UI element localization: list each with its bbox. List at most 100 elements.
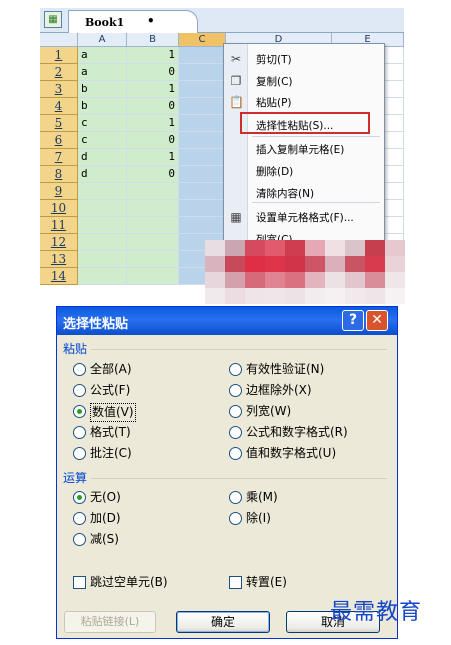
paste-left-option-1[interactable]: 公式(F): [73, 382, 223, 400]
cell-b9[interactable]: [127, 183, 179, 200]
select-all-corner[interactable]: [40, 33, 78, 47]
row-header-12[interactable]: 12: [40, 234, 78, 251]
menu-item-2[interactable]: 📋 粘贴(P): [224, 91, 384, 113]
row-header-10[interactable]: 10: [40, 200, 78, 217]
paste-left-option-0[interactable]: 全部(A): [73, 361, 223, 379]
menu-item-1[interactable]: ❐ 复制(C): [224, 70, 384, 92]
column-header-a[interactable]: A: [78, 33, 127, 47]
paste-left-option-3[interactable]: 格式(T): [73, 424, 223, 442]
close-button[interactable]: ✕: [366, 310, 388, 331]
cell-a4[interactable]: b: [78, 98, 127, 115]
row-header-11[interactable]: 11: [40, 217, 78, 234]
cell-a13[interactable]: [78, 251, 127, 268]
cell-c4[interactable]: [179, 98, 226, 115]
operation-right-option-0[interactable]: 乘(M): [229, 489, 379, 507]
row-header-1[interactable]: 1: [40, 47, 78, 64]
menu-item-4[interactable]: 插入复制单元格(E): [224, 138, 384, 160]
cell-c11[interactable]: [179, 217, 226, 234]
cell-a3[interactable]: b: [78, 81, 127, 98]
cell-a5[interactable]: c: [78, 115, 127, 132]
menu-item-3[interactable]: 选择性粘贴(S)...: [224, 114, 384, 136]
cell-c3[interactable]: [179, 81, 226, 98]
cell-a9[interactable]: [78, 183, 127, 200]
row-header-4[interactable]: 4: [40, 98, 78, 115]
row-header-3[interactable]: 3: [40, 81, 78, 98]
paste-right-radio-0[interactable]: [229, 363, 242, 376]
paste-left-option-2[interactable]: 数值(V): [73, 403, 223, 422]
operation-left-option-2[interactable]: 减(S): [73, 531, 223, 549]
cell-c10[interactable]: [179, 200, 226, 217]
cell-c6[interactable]: [179, 132, 226, 149]
skip-blanks-check-box[interactable]: [73, 576, 86, 589]
paste-link-button[interactable]: 粘贴链接(L): [64, 611, 156, 633]
paste-left-radio-4[interactable]: [73, 447, 86, 460]
cell-a7[interactable]: d: [78, 149, 127, 166]
cell-a11[interactable]: [78, 217, 127, 234]
operation-right-radio-0[interactable]: [229, 491, 242, 504]
row-header-7[interactable]: 7: [40, 149, 78, 166]
paste-left-radio-1[interactable]: [73, 384, 86, 397]
cell-b13[interactable]: [127, 251, 179, 268]
cell-a6[interactable]: c: [78, 132, 127, 149]
cell-b7[interactable]: 1: [127, 149, 179, 166]
cell-c9[interactable]: [179, 183, 226, 200]
menu-item-6[interactable]: 清除内容(N): [224, 182, 384, 204]
operation-left-radio-0[interactable]: [73, 491, 86, 504]
cell-b8[interactable]: 0: [127, 166, 179, 183]
operation-left-option-0[interactable]: 无(O): [73, 489, 223, 507]
cell-b4[interactable]: 0: [127, 98, 179, 115]
cell-c7[interactable]: [179, 149, 226, 166]
operation-left-option-1[interactable]: 加(D): [73, 510, 223, 528]
cell-a14[interactable]: [78, 268, 127, 285]
paste-right-radio-3[interactable]: [229, 426, 242, 439]
cell-a2[interactable]: a: [78, 64, 127, 81]
cell-a1[interactable]: a: [78, 47, 127, 64]
row-header-14[interactable]: 14: [40, 268, 78, 285]
operation-right-option-1[interactable]: 除(I): [229, 510, 379, 528]
paste-left-option-4[interactable]: 批注(C): [73, 445, 223, 463]
cell-c8[interactable]: [179, 166, 226, 183]
paste-right-option-2[interactable]: 列宽(W): [229, 403, 379, 421]
row-header-2[interactable]: 2: [40, 64, 78, 81]
paste-right-option-3[interactable]: 公式和数字格式(R): [229, 424, 379, 442]
cell-b14[interactable]: [127, 268, 179, 285]
cell-b11[interactable]: [127, 217, 179, 234]
menu-item-5[interactable]: 删除(D): [224, 160, 384, 182]
ok-button[interactable]: 确定: [176, 611, 270, 633]
transpose-check-box[interactable]: [229, 576, 242, 589]
cell-b1[interactable]: 1: [127, 47, 179, 64]
paste-left-radio-0[interactable]: [73, 363, 86, 376]
menu-item-7[interactable]: ▦ 设置单元格格式(F)...: [224, 206, 384, 228]
cell-b2[interactable]: 0: [127, 64, 179, 81]
column-header-c[interactable]: C: [179, 33, 226, 47]
operation-left-radio-2[interactable]: [73, 533, 86, 546]
help-button[interactable]: ?: [342, 310, 364, 331]
cell-b12[interactable]: [127, 234, 179, 251]
cell-b6[interactable]: 0: [127, 132, 179, 149]
cell-a12[interactable]: [78, 234, 127, 251]
column-header-b[interactable]: B: [127, 33, 179, 47]
row-header-8[interactable]: 8: [40, 166, 78, 183]
paste-right-radio-1[interactable]: [229, 384, 242, 397]
cell-c1[interactable]: [179, 47, 226, 64]
operation-left-radio-1[interactable]: [73, 512, 86, 525]
paste-left-radio-2[interactable]: [73, 405, 86, 418]
cell-b10[interactable]: [127, 200, 179, 217]
cell-c2[interactable]: [179, 64, 226, 81]
cell-b5[interactable]: 1: [127, 115, 179, 132]
paste-right-option-4[interactable]: 值和数字格式(U): [229, 445, 379, 463]
row-header-6[interactable]: 6: [40, 132, 78, 149]
transpose-checkbox[interactable]: 转置(E): [229, 574, 329, 592]
cell-a8[interactable]: d: [78, 166, 127, 183]
workbook-tab[interactable]: Book1 •: [68, 10, 198, 33]
paste-right-option-0[interactable]: 有效性验证(N): [229, 361, 379, 379]
row-header-5[interactable]: 5: [40, 115, 78, 132]
paste-left-radio-3[interactable]: [73, 426, 86, 439]
cell-b3[interactable]: 1: [127, 81, 179, 98]
paste-right-option-1[interactable]: 边框除外(X): [229, 382, 379, 400]
paste-right-radio-4[interactable]: [229, 447, 242, 460]
excel-app-icon[interactable]: ▦: [44, 11, 62, 28]
skip-blanks-checkbox[interactable]: 跳过空单元(B): [73, 574, 213, 592]
paste-right-radio-2[interactable]: [229, 405, 242, 418]
cell-c5[interactable]: [179, 115, 226, 132]
